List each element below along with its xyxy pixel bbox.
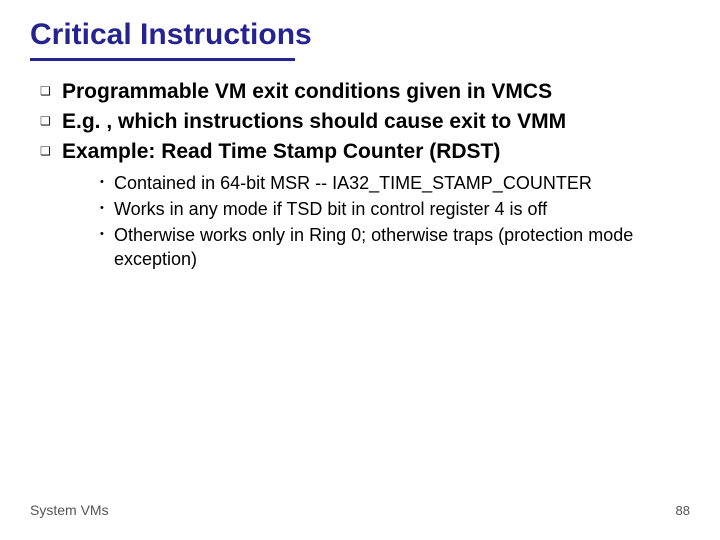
square-bullet-icon: ❑ [40,139,62,163]
sub-bullet-text: Contained in 64-bit MSR -- IA32_TIME_STA… [114,171,592,195]
bullet-item: ❑ E.g. , which instructions should cause… [40,109,690,135]
page-number: 88 [676,503,690,518]
bullet-text: Example: Read Time Stamp Counter (RDST) [62,139,500,165]
dot-bullet-icon: • [100,223,114,245]
bullet-text: E.g. , which instructions should cause e… [62,109,566,135]
slide-body: ❑ Programmable VM exit conditions given … [30,79,690,271]
slide-title: Critical Instructions [30,18,690,52]
footer-text-left: System VMs [30,502,109,518]
sub-bullet-item: • Otherwise works only in Ring 0; otherw… [100,223,690,271]
dot-bullet-icon: • [100,171,114,193]
square-bullet-icon: ❑ [40,79,62,103]
sub-bullet-text: Otherwise works only in Ring 0; otherwis… [114,223,690,271]
bullet-item: ❑ Example: Read Time Stamp Counter (RDST… [40,139,690,165]
square-bullet-icon: ❑ [40,109,62,133]
slide: Critical Instructions ❑ Programmable VM … [0,0,720,540]
sub-bullet-item: • Works in any mode if TSD bit in contro… [100,197,690,221]
sub-bullet-item: • Contained in 64-bit MSR -- IA32_TIME_S… [100,171,690,195]
title-underline [30,58,295,61]
sub-bullet-list: • Contained in 64-bit MSR -- IA32_TIME_S… [40,171,690,271]
bullet-item: ❑ Programmable VM exit conditions given … [40,79,690,105]
bullet-text: Programmable VM exit conditions given in… [62,79,552,105]
sub-bullet-text: Works in any mode if TSD bit in control … [114,197,547,221]
dot-bullet-icon: • [100,197,114,219]
